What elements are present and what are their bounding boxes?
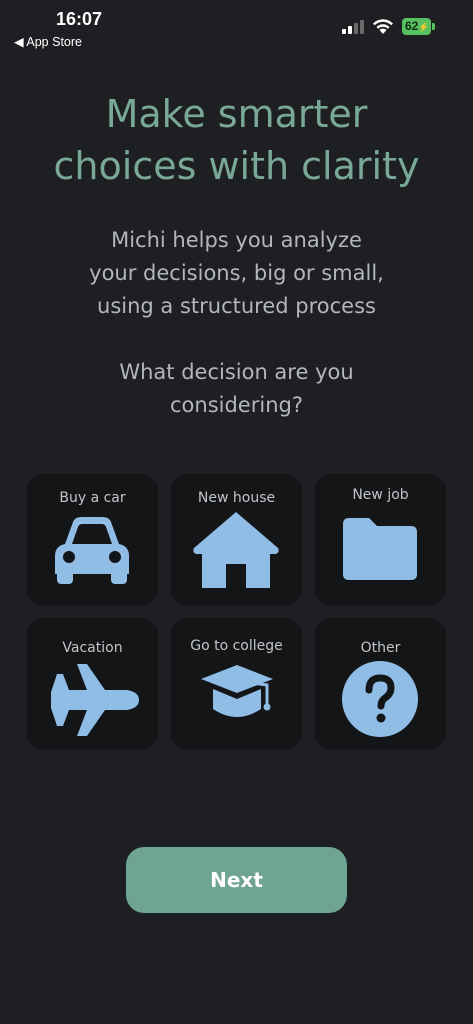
option-label: New job [352, 487, 409, 503]
option-new-job[interactable]: New job [315, 474, 446, 605]
option-new-house[interactable]: New house [171, 474, 302, 605]
question-icon [342, 661, 418, 737]
subtitle-line-3: using a structured process [97, 294, 376, 318]
wifi-icon [373, 19, 393, 34]
title-line-1: Make smarter [105, 92, 368, 136]
car-icon [55, 517, 129, 584]
house-icon [193, 512, 279, 588]
status-time: 16:07 [56, 9, 103, 29]
option-label: Buy a car [59, 490, 126, 506]
next-button[interactable]: Next [126, 847, 347, 913]
question-line-2: considering? [170, 393, 303, 417]
battery-level: 62 [405, 19, 419, 33]
page-subtitle: Michi helps you analyze your decisions, … [60, 224, 413, 323]
status-bar: 16:07 ◀ App Store 62⚡ [0, 0, 473, 56]
option-label: Other [360, 640, 401, 656]
back-to-app-store-link[interactable]: ◀ App Store [14, 34, 82, 49]
cellular-signal-icon [342, 20, 364, 34]
title-line-2: choices with clarity [53, 144, 420, 188]
question-line-1: What decision are you [119, 360, 354, 384]
decision-options-grid: Buy a car New house New job Vacation Go … [27, 474, 446, 749]
battery-indicator: 62⚡ [402, 18, 436, 36]
page-title: Make smarter choices with clarity [0, 88, 473, 192]
graduation-cap-icon [201, 665, 273, 717]
option-label: Go to college [190, 638, 283, 654]
option-go-to-college[interactable]: Go to college [171, 618, 302, 749]
option-buy-a-car[interactable]: Buy a car [27, 474, 158, 605]
airplane-icon [51, 664, 139, 736]
decision-question: What decision are you considering? [60, 356, 413, 422]
option-vacation[interactable]: Vacation [27, 618, 158, 749]
option-label: Vacation [62, 640, 123, 656]
subtitle-line-2: your decisions, big or small, [89, 261, 384, 285]
option-label: New house [197, 490, 276, 506]
subtitle-line-1: Michi helps you analyze [111, 228, 362, 252]
option-other[interactable]: Other [315, 618, 446, 749]
folder-icon [343, 518, 417, 580]
